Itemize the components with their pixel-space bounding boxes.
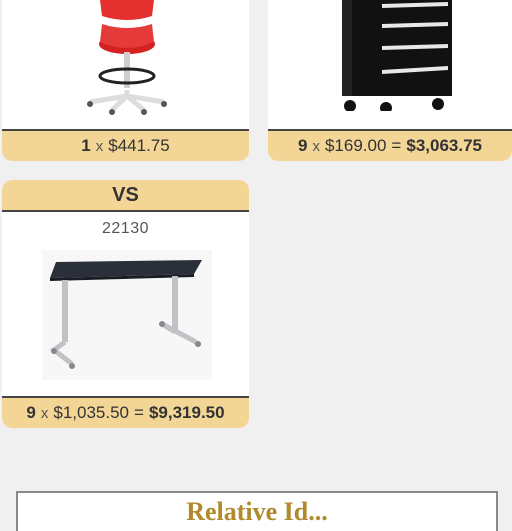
vs-header: VS: [2, 180, 249, 212]
section-title: Relative Id...: [186, 497, 328, 526]
unit-price: $441.75: [108, 136, 170, 155]
product-card-cabinet: 9 x $169.00 = $3,063.75: [268, 0, 512, 161]
unit-price: $169.00: [324, 136, 387, 155]
price-footer: 9 x $169.00 = $3,063.75: [268, 129, 512, 161]
table-image[interactable]: [42, 250, 212, 380]
quantity: 9: [298, 136, 308, 155]
price-footer: 1 x $441.75: [2, 129, 249, 161]
times-sign: x: [40, 404, 49, 422]
quantity: 9: [26, 403, 36, 422]
stool-image[interactable]: [82, 0, 172, 116]
total-price: $3,063.75: [406, 136, 482, 155]
price-footer: 9 x $1,035.50 = $9,319.50: [2, 396, 249, 428]
product-card-stool: 1 x $441.75: [2, 0, 249, 161]
unit-price: $1,035.50: [53, 403, 130, 422]
equals-sign: =: [134, 403, 144, 422]
equals-sign: =: [391, 136, 402, 155]
cabinet-image[interactable]: [338, 0, 456, 114]
quantity: 1: [81, 136, 91, 155]
relative-section: Relative Id...: [16, 491, 498, 531]
product-sku: 22130: [102, 220, 149, 237]
total-price: $9,319.50: [148, 403, 225, 422]
times-sign: x: [95, 137, 104, 155]
product-card-table: VS 22130 9 x $1,035.50 = $9,319.50: [2, 180, 249, 428]
times-sign: x: [312, 137, 320, 155]
